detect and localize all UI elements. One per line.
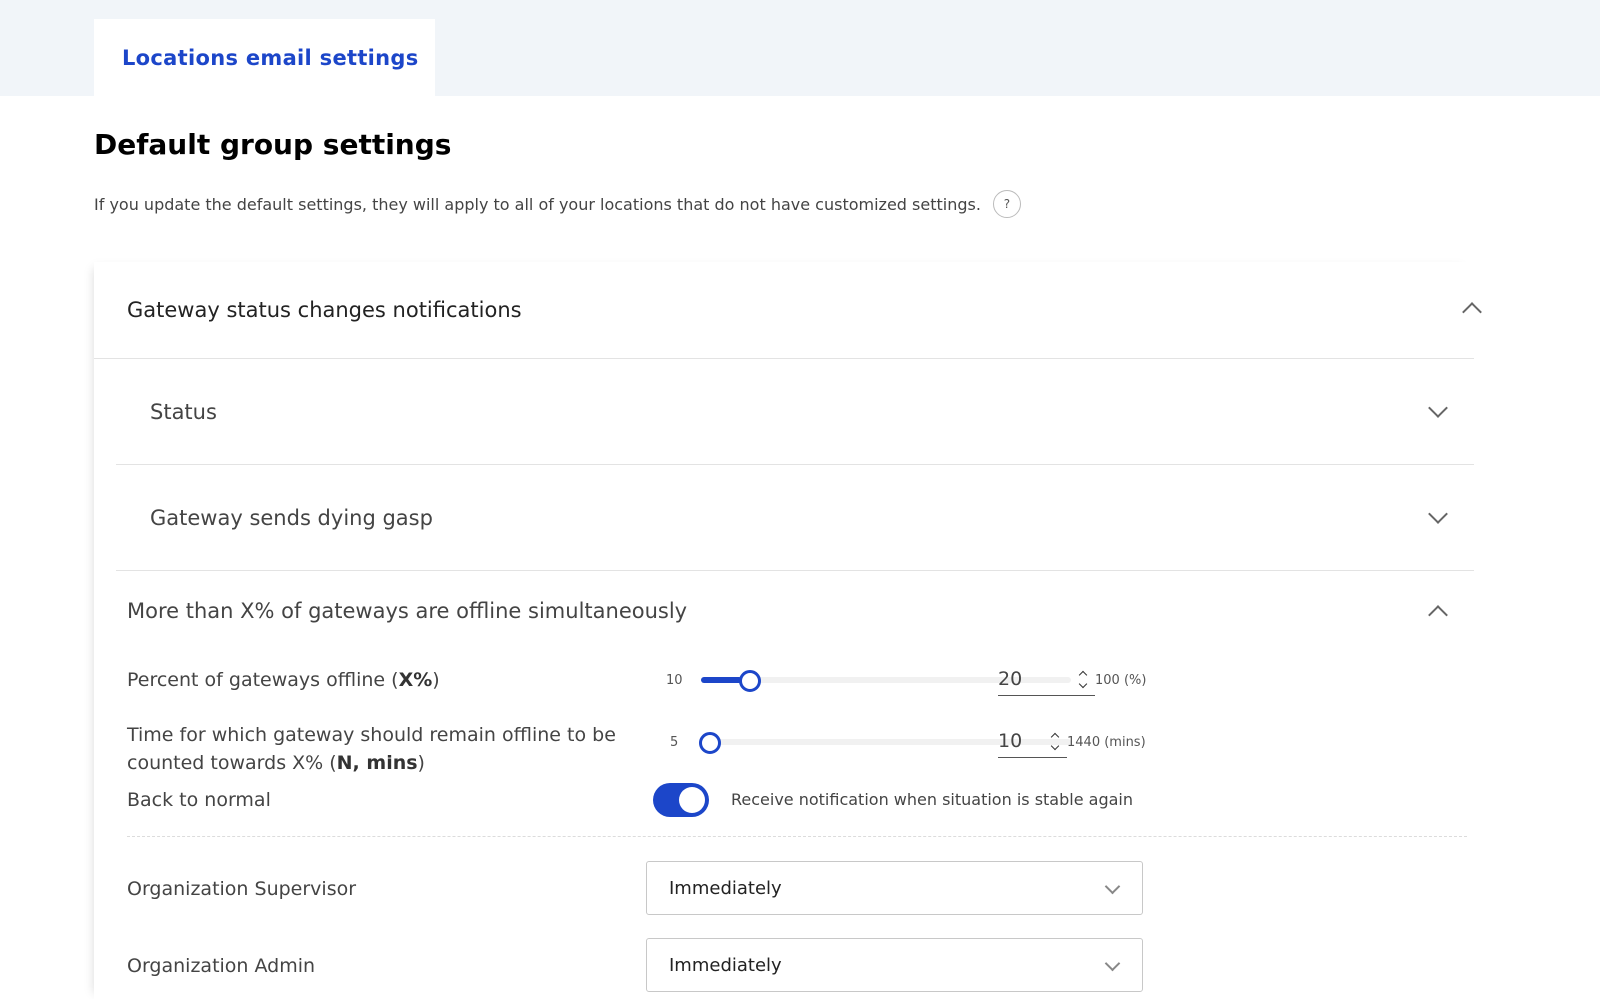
percent-slider-fill	[701, 677, 743, 683]
percent-input-value: 20	[998, 667, 1023, 690]
section-gateway-status[interactable]: Gateway status changes notifications	[94, 262, 1482, 358]
label-bold: N, mins	[336, 752, 418, 774]
page-description-text: If you update the default settings, they…	[94, 194, 981, 214]
help-icon[interactable]: ?	[992, 190, 1021, 218]
chevron-down-icon	[1428, 504, 1448, 524]
time-stepper-icon[interactable]	[1050, 732, 1061, 751]
settings-panel: Gateway status changes notifications Sta…	[94, 262, 1482, 999]
back-to-normal-toggle[interactable]	[653, 783, 709, 817]
page-description: If you update the default settings, they…	[94, 190, 1021, 218]
time-slider-min: 5	[670, 735, 679, 750]
dashed-divider	[127, 836, 1467, 837]
page-title: Default group settings	[94, 128, 452, 161]
chevron-down-icon	[1428, 398, 1448, 418]
chevron-down-icon	[1104, 955, 1121, 972]
label-prefix: Percent of gateways offline (	[127, 669, 399, 691]
section-dying-gasp-title: Gateway sends dying gasp	[150, 505, 433, 530]
admin-frequency-select[interactable]: Immediately	[646, 938, 1143, 992]
section-gateway-status-title: Gateway status changes notifications	[127, 298, 522, 322]
section-dying-gasp[interactable]: Gateway sends dying gasp	[94, 465, 1474, 570]
role-label-supervisor: Organization Supervisor	[127, 878, 357, 900]
select-value: Immediately	[669, 877, 782, 899]
time-slider-thumb[interactable]	[699, 732, 722, 754]
section-status[interactable]: Status	[94, 359, 1474, 464]
chevron-down-icon	[1104, 878, 1121, 895]
label-suffix: )	[417, 752, 425, 774]
time-slider-max: 1440 (mins)	[1067, 735, 1146, 750]
label-bold: X%	[398, 669, 433, 691]
percent-slider-thumb[interactable]	[739, 670, 762, 692]
supervisor-frequency-select[interactable]: Immediately	[646, 861, 1143, 915]
tab-label: Locations email settings	[122, 45, 419, 70]
chevron-up-icon	[1428, 605, 1448, 625]
label-suffix: )	[432, 669, 440, 691]
percent-offline-label: Percent of gateways offline (X%)	[127, 666, 627, 694]
section-offline-simultaneously[interactable]: More than X% of gateways are offline sim…	[94, 571, 1474, 651]
role-label-admin: Organization Admin	[127, 955, 316, 977]
select-value: Immediately	[669, 954, 782, 976]
back-to-normal-label: Back to normal	[127, 789, 271, 811]
percent-slider-max: 100 (%)	[1095, 673, 1147, 688]
tab-locations-email-settings[interactable]: Locations email settings	[94, 19, 435, 96]
top-bar: Locations email settings	[0, 0, 1600, 96]
section-status-title: Status	[150, 399, 217, 424]
back-to-normal-text: Receive notification when situation is s…	[731, 790, 1133, 809]
section-offline-title: More than X% of gateways are offline sim…	[127, 599, 688, 623]
time-offline-label: Time for which gateway should remain off…	[127, 721, 627, 777]
time-input-value: 10	[998, 729, 1023, 752]
percent-slider-min: 10	[666, 673, 683, 688]
percent-stepper-icon[interactable]	[1078, 670, 1089, 689]
chevron-up-icon	[1462, 302, 1482, 322]
toggle-knob	[679, 787, 705, 813]
